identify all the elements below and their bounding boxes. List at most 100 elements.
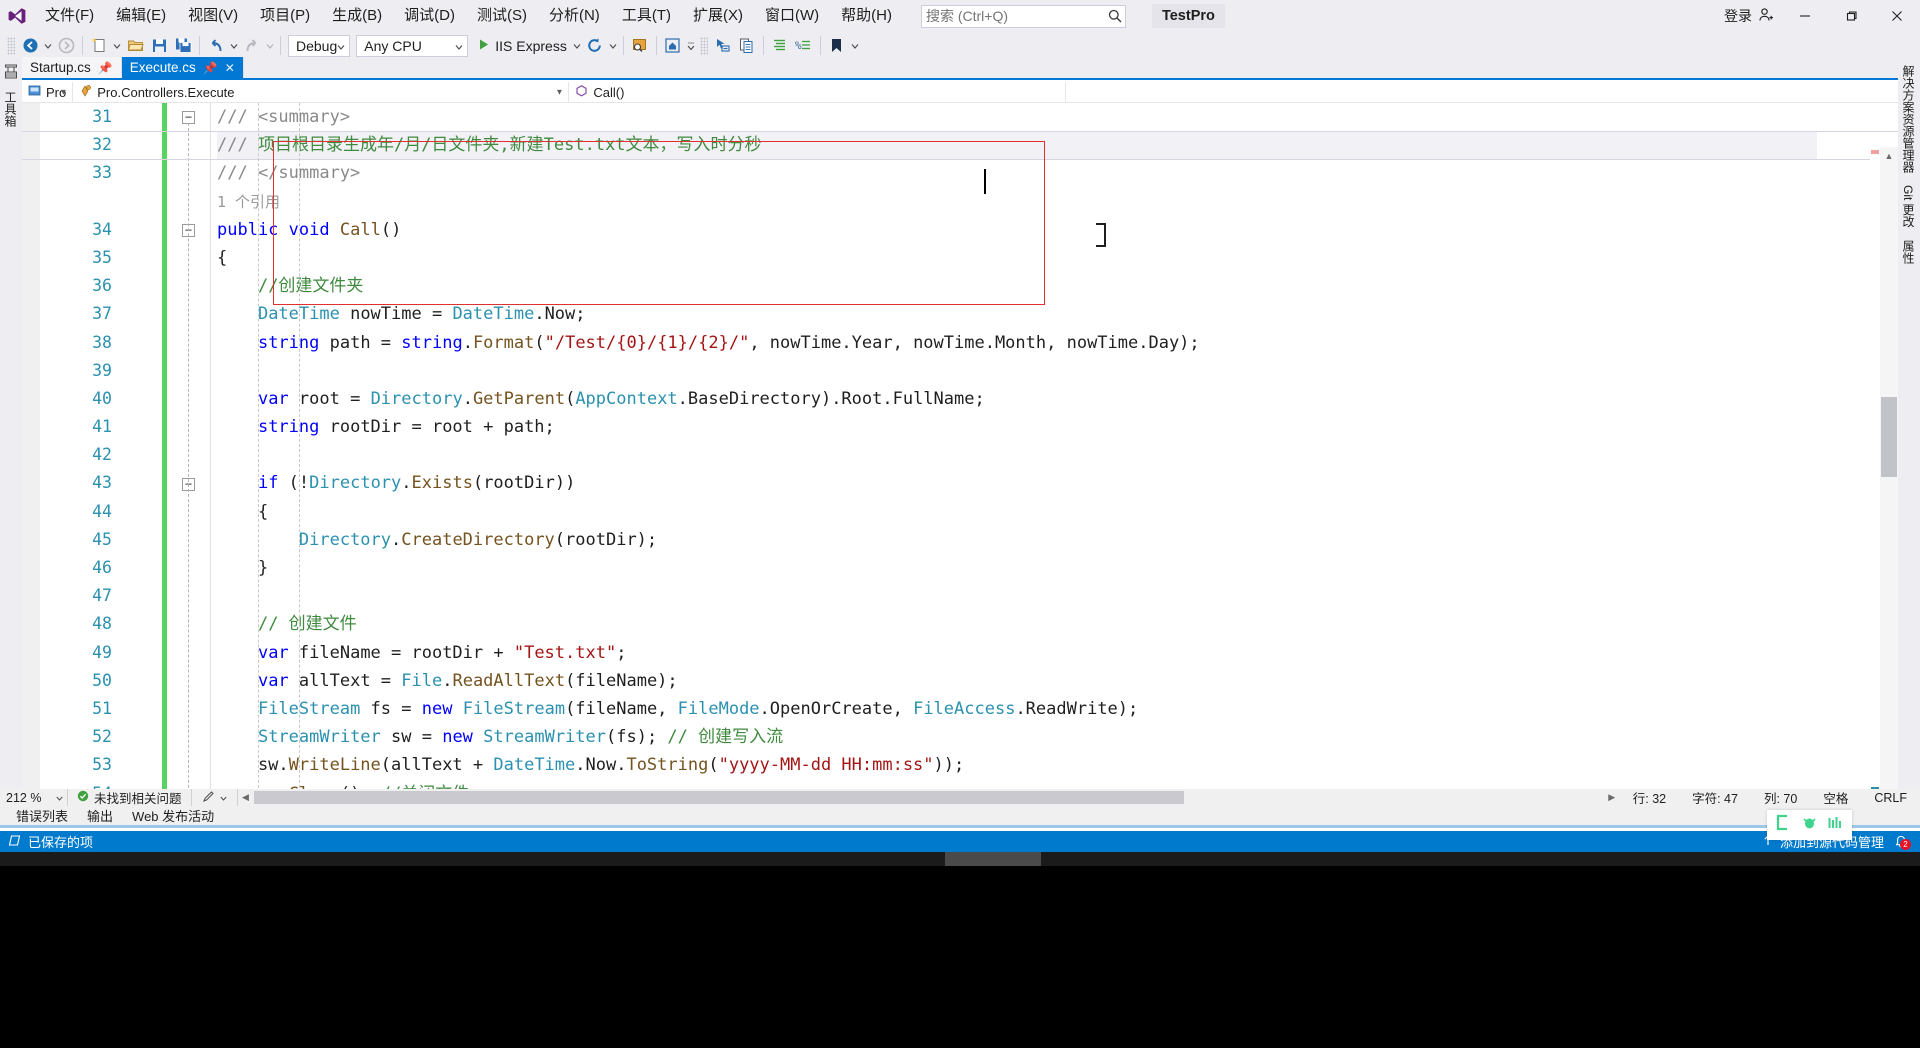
toolbar-grip[interactable] (7, 36, 15, 55)
vertical-scroll-thumb[interactable] (1881, 397, 1897, 477)
scroll-up-arrow[interactable]: ▲ (1880, 147, 1898, 165)
code-line[interactable]: sw.Close(); //关闭文件 (217, 780, 1817, 790)
horizontal-scroll-track[interactable] (253, 791, 1604, 804)
horizontal-scroll-thumb[interactable] (253, 791, 1184, 804)
menu-extensions[interactable]: 扩展(X) (682, 3, 754, 29)
editor-horizontal-scrollbar[interactable]: ◀ ▶ (237, 789, 1620, 806)
code-line[interactable]: { (217, 498, 1817, 526)
code-line[interactable]: if (!Directory.Exists(rootDir)) (217, 469, 1817, 497)
indentation-indicator[interactable]: 空格 (1810, 789, 1861, 806)
undo-icon[interactable] (204, 34, 228, 57)
bookmark-icon[interactable] (825, 34, 849, 57)
menu-view[interactable]: 视图(V) (177, 3, 249, 29)
solution-platform-combo[interactable]: Any CPU (356, 34, 469, 57)
pin-icon[interactable]: 📌 (203, 61, 218, 75)
hot-reload-dropdown[interactable] (607, 34, 619, 57)
panel-tab-output[interactable]: 输出 (85, 804, 115, 827)
code-line[interactable]: var allText = File.ReadAllText(fileName)… (217, 667, 1817, 695)
panel-tab-error-list[interactable]: 错误列表 (14, 804, 70, 827)
code-icon[interactable] (1775, 814, 1792, 836)
signin-button[interactable]: 登录 (1716, 0, 1782, 32)
window-close-button[interactable] (1874, 0, 1920, 32)
dock-item-solution-explorer[interactable]: 解决方案资源管理器 (1898, 59, 1919, 179)
close-icon[interactable]: ✕ (225, 61, 235, 75)
redo-icon[interactable] (240, 34, 264, 57)
menu-debug[interactable]: 调试(D) (393, 3, 466, 29)
live-preview-dropdown[interactable] (685, 34, 697, 57)
menu-help[interactable]: 帮助(H) (830, 3, 903, 29)
code-line[interactable]: sw.WriteLine(allText + DateTime.Now.ToSt… (217, 751, 1817, 779)
menu-analyze[interactable]: 分析(N) (538, 3, 611, 29)
code-line[interactable]: public void Call() (217, 216, 1817, 244)
menu-file[interactable]: 文件(F) (34, 3, 105, 29)
start-debug-dropdown[interactable] (571, 34, 583, 57)
code-text-lines[interactable]: /// <summary> /// 项目根目录生成年/月/日文件夹,新建Test.… (217, 103, 1817, 789)
menu-build[interactable]: 生成(B) (321, 3, 393, 29)
tab-execute-cs[interactable]: Execute.cs 📌 ✕ (121, 57, 244, 78)
panel-tab-web-publish[interactable]: Web 发布活动 (130, 804, 216, 827)
window-minimize-button[interactable] (1782, 0, 1828, 32)
undo-dropdown[interactable] (228, 34, 240, 57)
tab-startup-cs[interactable]: Startup.cs 📌 (22, 57, 122, 78)
bug-icon[interactable] (1801, 814, 1818, 836)
code-line[interactable]: /// 项目根目录生成年/月/日文件夹,新建Test.txt文本，写入时分秒 (217, 131, 1817, 159)
new-item-icon[interactable] (87, 34, 111, 57)
pin-icon[interactable]: 📌 (98, 61, 113, 75)
code-line[interactable] (217, 357, 1817, 385)
search-box[interactable] (920, 4, 1126, 28)
navbar-member-dropdown[interactable]: Call() (569, 81, 1066, 103)
code-line[interactable]: string path = string.Format("/Test/{0}/{… (217, 329, 1817, 357)
taskbar-active-window[interactable] (945, 852, 1041, 866)
code-editor[interactable]: 31 32 33 34 35 36 37 38 39 40 41 42 43 44 45 46 47 48 49 50… (22, 103, 1898, 789)
bookmark-dropdown[interactable] (849, 34, 861, 57)
scroll-left-arrow[interactable]: ◀ (238, 789, 254, 806)
code-line[interactable]: var fileName = rootDir + "Test.txt"; (217, 639, 1817, 667)
save-icon[interactable] (147, 34, 171, 57)
redo-dropdown[interactable] (264, 34, 276, 57)
save-all-icon[interactable] (171, 34, 195, 57)
live-preview-icon[interactable] (661, 34, 685, 57)
bell-icon[interactable]: 2 (1890, 831, 1912, 852)
hot-reload-icon[interactable] (583, 34, 607, 57)
dock-item-properties[interactable]: 属性 (1898, 234, 1919, 270)
code-line[interactable]: } (217, 554, 1817, 582)
indicator-margin[interactable] (22, 103, 40, 789)
editor-vertical-scrollbar[interactable]: ▲ ▼ (1880, 147, 1898, 789)
comment-icon[interactable]: % (792, 34, 816, 57)
navbar-type-dropdown[interactable]: Pro.Controllers.Execute ▼ (73, 81, 570, 103)
code-line[interactable]: DateTime nowTime = DateTime.Now; (217, 300, 1817, 328)
menu-window[interactable]: 窗口(W) (754, 3, 830, 29)
dock-item-toolbox[interactable]: 工具箱 (0, 85, 21, 133)
code-line[interactable]: /// </summary> (217, 159, 1817, 187)
navbar-project-dropdown[interactable]: Pro ▼ (22, 81, 74, 103)
menu-test[interactable]: 测试(S) (466, 3, 538, 29)
code-line[interactable]: 1 个引用 (217, 188, 1817, 216)
outlining-margin[interactable]: − − − (172, 103, 206, 789)
navigate-back-dropdown[interactable] (42, 34, 54, 57)
toolbox-icon[interactable] (0, 59, 22, 85)
code-line[interactable]: /// <summary> (217, 103, 1817, 131)
copy-icon[interactable] (735, 34, 759, 57)
search-input[interactable] (925, 8, 1107, 24)
format-document-icon[interactable] (768, 34, 792, 57)
scroll-right-arrow[interactable]: ▶ (1604, 789, 1620, 806)
open-folder-icon[interactable] (123, 34, 147, 57)
code-line[interactable]: { (217, 244, 1817, 272)
code-line[interactable]: FileStream fs = new FileStream(fileName,… (217, 695, 1817, 723)
navigate-back-icon[interactable] (18, 34, 42, 57)
codelens-reference-count[interactable]: 1 个引用 (217, 193, 280, 211)
dock-item-git-changes[interactable]: Git 更改 (1898, 179, 1919, 234)
code-line[interactable]: // 创建文件 (217, 610, 1817, 638)
code-line[interactable]: StreamWriter sw = new StreamWriter(fs); … (217, 723, 1817, 751)
window-maximize-button[interactable] (1828, 0, 1874, 32)
code-line[interactable]: string rootDir = root + path; (217, 413, 1817, 441)
code-line[interactable] (217, 441, 1817, 469)
start-debug-button[interactable]: IIS Express (471, 34, 571, 57)
chart-icon[interactable] (1827, 814, 1844, 836)
menu-tools[interactable]: 工具(T) (611, 3, 682, 29)
code-line[interactable] (217, 582, 1817, 610)
find-in-files-icon[interactable] (628, 34, 652, 57)
menu-edit[interactable]: 编辑(E) (105, 3, 177, 29)
code-line[interactable]: var root = Directory.GetParent(AppContex… (217, 385, 1817, 413)
code-line[interactable]: //创建文件夹 (217, 272, 1817, 300)
